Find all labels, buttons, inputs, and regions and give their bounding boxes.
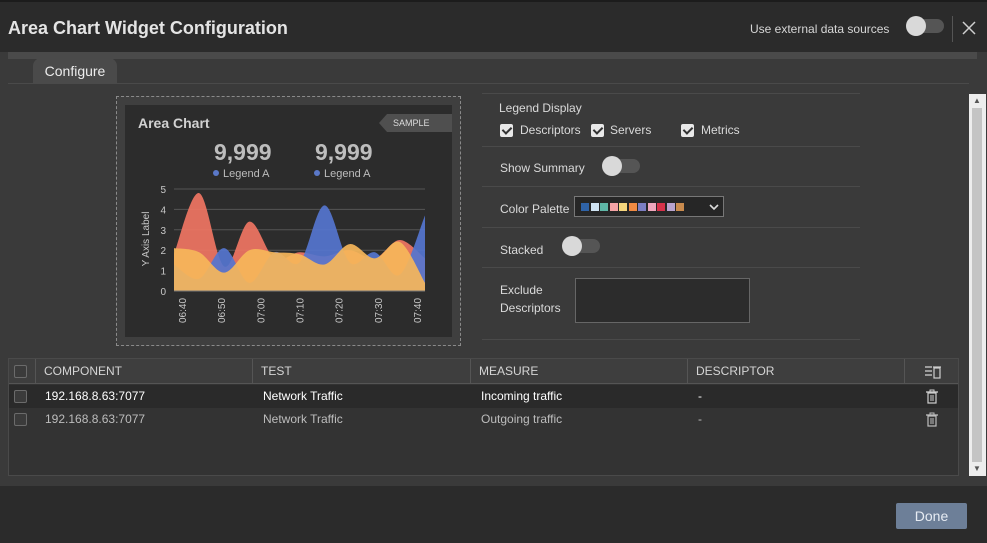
stacked-label: Stacked bbox=[500, 243, 544, 257]
scroll-down-icon[interactable]: ▼ bbox=[973, 464, 981, 473]
palette-swatch bbox=[628, 203, 637, 211]
dialog-title: Area Chart Widget Configuration bbox=[8, 18, 288, 38]
cell-descriptor: - bbox=[698, 412, 702, 426]
descriptors-label: Descriptors bbox=[520, 123, 581, 137]
dialog-content: Configure Area Chart SAMPLE DATA 9,999 9… bbox=[0, 52, 987, 486]
trash-icon[interactable] bbox=[925, 412, 939, 427]
measures-table: COMPONENT TEST MEASURE DESCRIPTOR 192.16… bbox=[8, 358, 959, 476]
divider bbox=[482, 93, 860, 94]
exclude-descriptors-field[interactable] bbox=[575, 278, 750, 323]
dialog-footer: Done bbox=[0, 486, 987, 543]
column-header[interactable]: DESCRIPTOR bbox=[687, 359, 904, 384]
palette-swatch bbox=[590, 203, 599, 211]
table-row[interactable]: 192.168.8.63:7077 Network Traffic Outgoi… bbox=[9, 408, 958, 431]
y-tick-label: 0 bbox=[160, 287, 166, 298]
external-sources-toggle[interactable] bbox=[906, 16, 944, 36]
divider bbox=[482, 146, 860, 147]
column-header[interactable]: COMPONENT bbox=[35, 359, 252, 384]
title-divider bbox=[952, 16, 953, 42]
divider bbox=[482, 227, 860, 228]
chart-preview: Area Chart SAMPLE DATA 9,999 9,999 Legen… bbox=[116, 96, 461, 346]
show-summary-label: Show Summary bbox=[500, 161, 585, 175]
y-tick-label: 3 bbox=[160, 226, 166, 237]
x-tick-label: 07:10 bbox=[296, 298, 307, 323]
cell-component: 192.168.8.63:7077 bbox=[45, 412, 146, 426]
x-tick-label: 07:40 bbox=[413, 298, 424, 323]
y-tick-label: 2 bbox=[160, 246, 166, 257]
delete-all-icon[interactable] bbox=[924, 365, 942, 379]
divider bbox=[482, 339, 860, 340]
scroll-up-icon[interactable]: ▲ bbox=[973, 96, 981, 105]
metrics-checkbox[interactable] bbox=[681, 124, 694, 137]
chart-preview-card: Area Chart SAMPLE DATA 9,999 9,999 Legen… bbox=[125, 105, 452, 337]
done-button[interactable]: Done bbox=[896, 503, 967, 529]
cell-component: 192.168.8.63:7077 bbox=[45, 389, 146, 403]
tab-configure[interactable]: Configure bbox=[33, 58, 117, 84]
cell-descriptor: - bbox=[698, 389, 702, 403]
toggle-knob bbox=[562, 236, 582, 256]
x-tick-label: 06:50 bbox=[217, 298, 228, 323]
palette-swatch bbox=[638, 203, 646, 211]
row-checkbox[interactable] bbox=[14, 413, 27, 426]
palette-swatch bbox=[581, 203, 589, 211]
row-checkbox[interactable] bbox=[14, 390, 27, 403]
cell-measure: Incoming traffic bbox=[481, 389, 563, 403]
tab-divider bbox=[8, 83, 969, 84]
toggle-knob bbox=[602, 156, 622, 176]
table-row[interactable]: 192.168.8.63:7077 Network Traffic Incomi… bbox=[9, 385, 958, 408]
x-tick-label: 07:20 bbox=[335, 298, 346, 323]
toggle-knob bbox=[906, 16, 926, 36]
y-tick-label: 1 bbox=[160, 267, 166, 278]
palette-swatch bbox=[657, 203, 665, 211]
palette-swatch bbox=[666, 203, 675, 211]
y-tick-label: 5 bbox=[160, 185, 166, 196]
servers-checkbox[interactable] bbox=[591, 124, 604, 137]
palette-swatch bbox=[647, 203, 656, 211]
divider bbox=[482, 186, 860, 187]
column-header bbox=[904, 359, 958, 384]
color-palette-label: Color Palette bbox=[500, 202, 570, 216]
scroll-thumb[interactable] bbox=[972, 108, 982, 462]
palette-swatch bbox=[619, 203, 627, 211]
y-axis-label: Y Axis Label bbox=[141, 212, 152, 267]
x-tick-label: 07:00 bbox=[256, 298, 267, 323]
y-tick-label: 4 bbox=[160, 205, 166, 216]
palette-swatch bbox=[600, 203, 608, 211]
dialog-titlebar: Area Chart Widget Configuration Use exte… bbox=[0, 0, 987, 52]
x-tick-label: 07:30 bbox=[374, 298, 385, 323]
close-icon[interactable] bbox=[958, 15, 980, 41]
cell-test: Network Traffic bbox=[263, 412, 343, 426]
cell-measure: Outgoing traffic bbox=[481, 412, 563, 426]
trash-icon[interactable] bbox=[925, 389, 939, 404]
divider bbox=[482, 267, 860, 268]
select-all-checkbox[interactable] bbox=[14, 365, 27, 378]
metrics-label: Metrics bbox=[701, 123, 740, 137]
x-tick-label: 06:40 bbox=[178, 298, 189, 323]
external-sources-label: Use external data sources bbox=[750, 22, 890, 36]
stacked-toggle[interactable] bbox=[562, 236, 600, 256]
palette-swatch bbox=[676, 203, 684, 211]
descriptors-checkbox[interactable] bbox=[500, 124, 513, 137]
color-palette-select[interactable] bbox=[574, 196, 724, 217]
table-header: COMPONENT TEST MEASURE DESCRIPTOR bbox=[9, 359, 958, 384]
palette-swatch bbox=[609, 203, 618, 211]
vertical-scrollbar[interactable]: ▲ ▼ bbox=[969, 94, 986, 476]
column-header[interactable]: TEST bbox=[252, 359, 470, 384]
exclude-label: Exclude bbox=[500, 283, 543, 297]
content-strip bbox=[8, 52, 977, 59]
descriptors-label: Descriptors bbox=[500, 301, 561, 315]
servers-label: Servers bbox=[610, 123, 652, 137]
column-header[interactable]: MEASURE bbox=[470, 359, 687, 384]
cell-test: Network Traffic bbox=[263, 389, 343, 403]
show-summary-toggle[interactable] bbox=[602, 156, 640, 176]
area-chart: 0 1 2 3 4 5 06:40 06:50 07:00 07:10 07:20 07:30 07:4… bbox=[141, 185, 425, 323]
chevron-down-icon bbox=[709, 204, 719, 211]
legend-display-label: Legend Display bbox=[499, 101, 582, 115]
